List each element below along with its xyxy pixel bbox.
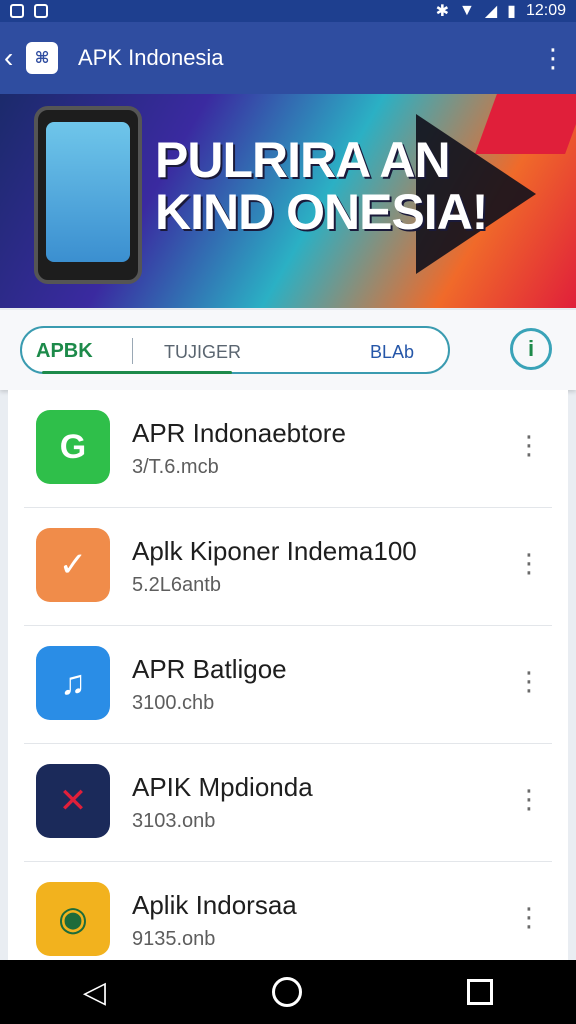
app-size: 3/T.6.mcb bbox=[132, 456, 219, 478]
phone-screen bbox=[46, 122, 130, 262]
item-more-icon[interactable]: ⋮ bbox=[516, 668, 542, 694]
music-note-app-icon: ♫ bbox=[36, 646, 110, 720]
blue-swoosh-app-icon: ✓ bbox=[36, 528, 110, 602]
nav-back-icon[interactable]: ◁ bbox=[83, 975, 106, 1010]
app-size: 3100.chb bbox=[132, 692, 215, 714]
red-app-icon: ✕ bbox=[36, 764, 110, 838]
banner-headline: PULRIRA AN KIND ONESIA! bbox=[155, 132, 488, 240]
pill-divider bbox=[132, 338, 133, 364]
phone-illustration bbox=[34, 106, 142, 284]
signal-icon: ◢ bbox=[484, 3, 498, 20]
more-options-icon[interactable]: ⋮ bbox=[540, 45, 566, 71]
notification-icon bbox=[34, 4, 48, 18]
item-more-icon[interactable]: ⋮ bbox=[516, 550, 542, 576]
tab-tuner[interactable]: TUJIGER bbox=[164, 342, 241, 363]
nav-home-icon[interactable] bbox=[271, 977, 302, 1007]
app-title: APK Indonesia bbox=[78, 45, 224, 70]
camera-app-icon: ◉ bbox=[36, 882, 110, 956]
item-more-icon[interactable]: ⋮ bbox=[516, 904, 542, 930]
app-bar: ‹ ⌘ APK Indonesia ⋮ bbox=[0, 22, 576, 94]
green-app-icon: G bbox=[36, 410, 110, 484]
item-more-icon[interactable]: ⋮ bbox=[516, 432, 542, 458]
info-icon[interactable]: i bbox=[510, 328, 552, 370]
status-time: 12:09 bbox=[525, 2, 566, 19]
app-name: APR Indonaebtore bbox=[132, 418, 346, 448]
banner-line-1: PULRIRA AN bbox=[155, 132, 451, 188]
promo-banner[interactable]: PULRIRA AN KIND ONESIA! bbox=[0, 94, 576, 308]
app-name: APR Batligoe bbox=[132, 654, 287, 684]
item-more-icon[interactable]: ⋮ bbox=[516, 786, 542, 812]
app-name: Aplik Indorsaa bbox=[132, 890, 297, 920]
nav-recents-icon[interactable] bbox=[467, 979, 494, 1005]
app-size: 5.2L6antb bbox=[132, 574, 221, 596]
bluetooth-icon: ✱ bbox=[435, 3, 449, 20]
app-name: APIK Mpdionda bbox=[132, 772, 313, 802]
battery-icon: ▮ bbox=[507, 3, 516, 20]
status-right: ✱ ▼ ◢ ▮ 12:09 bbox=[436, 1, 566, 21]
navigation-bar: ◁ bbox=[0, 960, 576, 1024]
list-item[interactable]: G APR Indonaebtore 3/T.6.mcb ⋮ bbox=[8, 390, 568, 508]
list-item[interactable]: ♫ APR Batligoe 3100.chb ⋮ bbox=[8, 626, 568, 744]
status-left bbox=[10, 4, 48, 18]
banner-line-2: KIND ONESIA! bbox=[155, 184, 488, 240]
active-tab-indicator bbox=[42, 371, 232, 374]
list-item[interactable]: ✕ APIK Mpdionda 3103.onb ⋮ bbox=[8, 744, 568, 862]
app-logo: ⌘ bbox=[26, 42, 58, 74]
list-item[interactable]: ✓ Aplk Kiponer Indema100 5.2L6antb ⋮ bbox=[8, 508, 568, 626]
back-icon[interactable]: ‹ bbox=[4, 42, 26, 74]
tab-blab[interactable]: BLAb bbox=[370, 342, 414, 363]
app-size: 9135.onb bbox=[132, 928, 216, 950]
filter-card: APBK TUJIGER BLAb i bbox=[0, 310, 576, 390]
app-list: G APR Indonaebtore 3/T.6.mcb ⋮ ✓ Aplk Ki… bbox=[8, 390, 568, 960]
status-bar: ✱ ▼ ◢ ▮ 12:09 bbox=[0, 0, 576, 22]
notification-icon bbox=[10, 4, 24, 18]
app-name: Aplk Kiponer Indema100 bbox=[132, 536, 417, 566]
list-item[interactable]: ◉ Aplik Indorsaa 9135.onb ⋮ bbox=[8, 862, 568, 960]
wifi-icon: ▼ bbox=[458, 2, 475, 19]
filter-pill[interactable]: APBK TUJIGER BLAb bbox=[20, 326, 450, 374]
tab-apk[interactable]: APBK bbox=[36, 340, 93, 363]
app-size: 3103.onb bbox=[132, 810, 216, 832]
